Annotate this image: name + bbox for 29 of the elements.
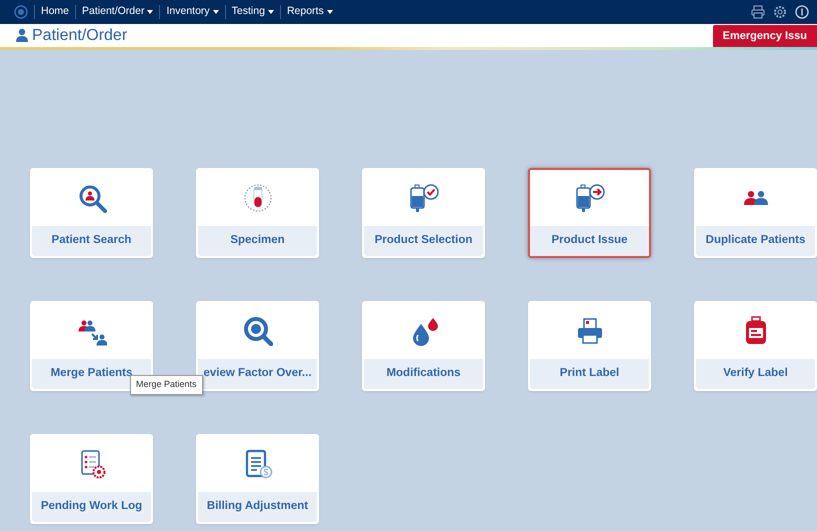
menu-tile[interactable]: Verify Label	[694, 301, 817, 391]
menu-tile[interactable]: Product Selection	[362, 168, 485, 258]
blood-bag-arrow-icon	[574, 183, 604, 213]
info-icon[interactable]	[795, 5, 809, 19]
nav-menu[interactable]: Inventory	[159, 5, 225, 19]
menu-tile[interactable]: Patient Search	[30, 168, 153, 258]
tooltip: Merge Patients	[130, 375, 203, 394]
nav-menu[interactable]: Testing	[224, 5, 280, 19]
menu-tile[interactable]: Modifications	[362, 301, 485, 391]
nav-menu[interactable]: Patient/Order	[75, 5, 160, 19]
menu-tile[interactable]: Specimen	[196, 168, 319, 258]
settings-icon[interactable]	[773, 5, 787, 19]
person-icon	[16, 28, 28, 42]
menu-tile[interactable]: Billing Adjustment	[196, 434, 319, 524]
menu-tile[interactable]: eview Factor Over...	[196, 301, 319, 391]
test-tube-icon	[242, 183, 272, 213]
magnifier-person-icon	[76, 183, 106, 213]
blood-bag-check-icon	[408, 183, 438, 213]
menu-tile[interactable]: Product Issue	[528, 168, 651, 258]
nav-menu[interactable]: Reports	[280, 5, 339, 19]
page-title: Patient/Order	[32, 26, 128, 46]
menu-tile[interactable]: Print Label	[528, 301, 651, 391]
emergency-issue-button[interactable]: Emergency Issu	[712, 25, 817, 47]
search-icon	[242, 316, 272, 346]
logo-icon[interactable]	[14, 5, 28, 19]
printer-icon[interactable]	[751, 5, 765, 19]
menu-tile[interactable]: Pending Work Log	[30, 434, 153, 524]
menu-tile[interactable]: Duplicate Patients	[694, 168, 817, 258]
nav-menu[interactable]: Home	[34, 5, 76, 19]
